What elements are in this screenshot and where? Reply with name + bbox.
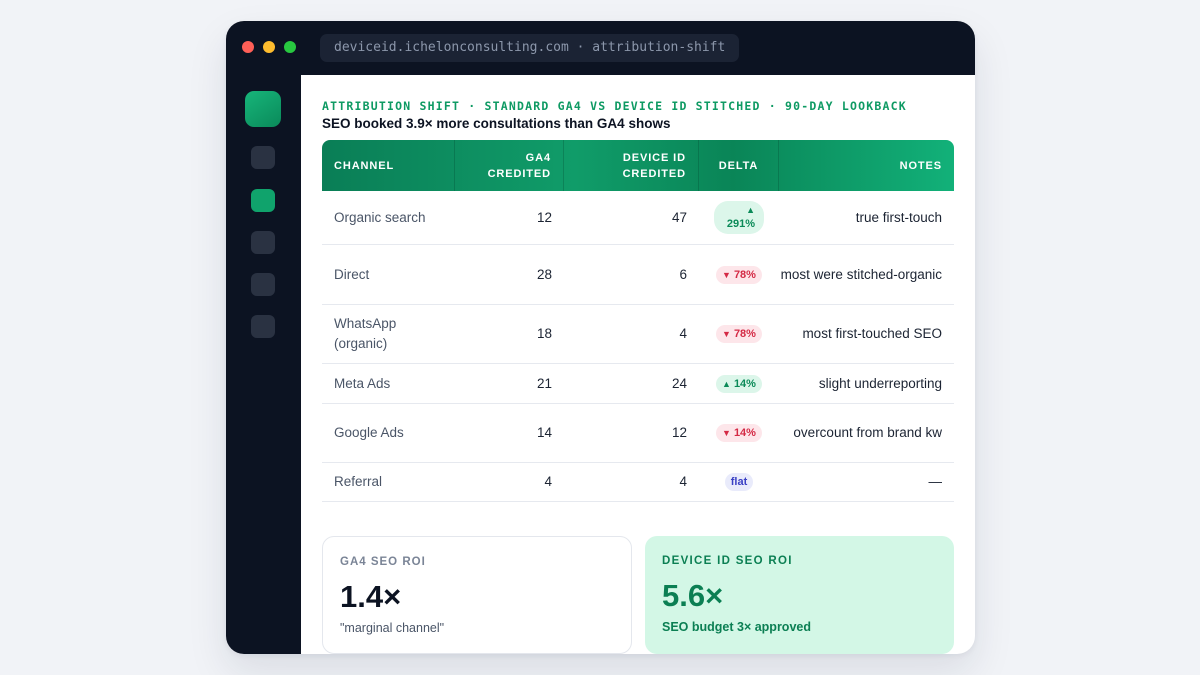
main-content: ATTRIBUTION SHIFT · STANDARD GA4 VS DEVI… [322, 75, 954, 654]
cell-notes: slight underreporting [818, 375, 942, 391]
sidebar-item-1[interactable] [251, 146, 275, 169]
cell-ga4-credited: 21 [536, 375, 552, 391]
device-id-roi-label: DEVICE ID SEO ROI [662, 555, 793, 567]
col-header-ga4-credited[interactable]: GA4 CREDITED [455, 140, 564, 191]
cell-channel: Google Ads [334, 425, 404, 440]
cell-ga4-credited: 12 [536, 209, 552, 225]
cell-notes: overcount from brand kw [793, 425, 942, 440]
col-header-channel[interactable]: CHANNEL [322, 140, 455, 191]
table-row[interactable]: Google Ads 14 12 ▼ 14% overcount from brand k… [322, 404, 954, 463]
cell-channel: Meta Ads [334, 375, 391, 391]
arrow-up-icon: ▲ [722, 378, 731, 389]
title-bar: deviceid.ichelonconsulting.com · attribu… [226, 21, 975, 75]
table-body: Organic search 12 47 ▲ 291% true first-touch D… [322, 191, 954, 502]
sidebar-item-5[interactable] [251, 315, 275, 338]
app-logo-icon[interactable] [245, 91, 281, 127]
ga4-roi-value: 1.4× [340, 579, 402, 614]
cell-device-id-credited: 4 [679, 474, 687, 489]
cell-device-id-credited: 24 [671, 375, 687, 391]
table-row[interactable]: Organic search 12 47 ▲ 291% true first-touch [322, 191, 954, 245]
cell-device-id-credited: 47 [671, 209, 687, 225]
cell-ga4-credited: 18 [536, 326, 552, 341]
ga4-roi-label: GA4 SEO ROI [340, 556, 426, 568]
arrow-down-icon: ▼ [722, 269, 731, 280]
roi-cards: GA4 SEO ROI 1.4× "marginal channel" DEVI… [322, 536, 954, 654]
delta-badge: flat [724, 473, 754, 491]
cell-delta: ▼ 14% [699, 404, 779, 462]
sidebar [226, 75, 301, 654]
col-header-notes[interactable]: NOTES [779, 140, 954, 191]
device-id-roi-note: SEO budget 3× approved [662, 620, 811, 634]
cell-notes: — [928, 474, 943, 489]
cell-channel: WhatsApp (organic) [334, 316, 397, 351]
app-window: deviceid.ichelonconsulting.com · attribu… [226, 21, 975, 654]
arrow-down-icon: ▼ [722, 329, 731, 339]
table-row[interactable]: WhatsApp (organic) 18 4 ▼ 78% most first-touc… [322, 305, 954, 364]
table-header: CHANNEL GA4 CREDITED DEVICE ID CREDITED … [322, 140, 954, 191]
attribution-table: CHANNEL GA4 CREDITED DEVICE ID CREDITED … [322, 140, 954, 502]
device-id-roi-value: 5.6× [662, 578, 724, 613]
cell-notes: most were stitched-organic [780, 266, 942, 282]
cell-ga4-credited: 4 [544, 474, 552, 489]
cell-notes: true first-touch [855, 209, 942, 225]
ga4-roi-note: "marginal channel" [340, 621, 445, 635]
cell-channel: Direct [334, 266, 370, 282]
device-id-roi-card: DEVICE ID SEO ROI 5.6× SEO budget 3× app… [645, 536, 954, 654]
col-header-delta[interactable]: DELTA [699, 140, 779, 191]
cell-delta: ▲ 291% [699, 191, 779, 244]
report-headline: SEO booked 3.9× more consultations than … [322, 116, 671, 131]
cell-ga4-credited: 14 [536, 425, 552, 440]
cell-delta: flat [699, 463, 779, 501]
cell-delta: ▼ 78% [699, 305, 779, 363]
arrow-up-icon: ▲ [746, 205, 756, 215]
ga4-roi-card: GA4 SEO ROI 1.4× "marginal channel" [322, 536, 632, 654]
close-window-button[interactable] [242, 41, 254, 53]
cell-channel: Referral [334, 474, 383, 489]
cell-device-id-credited: 6 [679, 266, 687, 282]
maximize-window-button[interactable] [284, 41, 296, 53]
cell-device-id-credited: 12 [671, 425, 687, 440]
sidebar-item-3[interactable] [251, 231, 275, 254]
cell-ga4-credited: 28 [536, 266, 552, 282]
delta-badge: ▲ 291% [713, 201, 765, 234]
cell-device-id-credited: 4 [679, 326, 687, 341]
url-bar[interactable]: deviceid.ichelonconsulting.com · attribu… [320, 34, 740, 62]
sidebar-item-2-active[interactable] [251, 189, 275, 212]
minimize-window-button[interactable] [263, 41, 275, 53]
delta-badge: ▲ 14% [716, 374, 762, 393]
cell-notes: most first-touched SEO [802, 326, 942, 341]
delta-badge: ▼ 14% [716, 424, 762, 442]
table-row[interactable]: Direct 28 6 ▼ 78% most were stitched-organic [322, 245, 954, 305]
cell-channel: Organic search [334, 209, 426, 225]
table-row[interactable]: Meta Ads 21 24 ▲ 14% slight underreporting [322, 364, 954, 404]
col-header-device-id-credited[interactable]: DEVICE ID CREDITED [564, 140, 699, 191]
sidebar-item-4[interactable] [251, 273, 275, 296]
table-row[interactable]: Referral 4 4 flat — [322, 463, 954, 502]
cell-delta: ▲ 14% [699, 364, 779, 403]
delta-badge: ▼ 78% [716, 265, 762, 284]
arrow-down-icon: ▼ [722, 428, 731, 438]
report-eyebrow: ATTRIBUTION SHIFT · STANDARD GA4 VS DEVI… [322, 99, 907, 113]
delta-badge: ▼ 78% [716, 325, 762, 343]
cell-delta: ▼ 78% [699, 245, 779, 304]
